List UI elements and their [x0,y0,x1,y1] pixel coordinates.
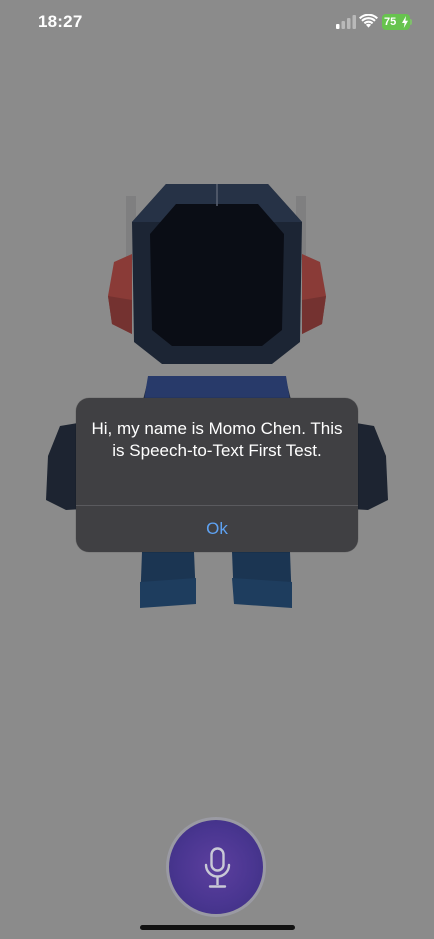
battery-icon: 75 [382,14,410,30]
charging-bolt-icon [402,16,408,28]
alert-message: Hi, my name is Momo Chen. This is Speech… [91,419,343,460]
wifi-icon [359,14,378,28]
home-indicator[interactable] [140,925,295,930]
microphone-icon [204,847,231,888]
alert-dialog: Hi, my name is Momo Chen. This is Speech… [76,398,358,552]
ok-button[interactable]: Ok [76,506,358,552]
microphone-button[interactable] [166,817,266,917]
battery-level: 75 [384,16,397,28]
cellular-signal-icon [336,15,356,29]
battery-tip [410,19,412,25]
app-screen: 18:27 75 Hi, my name is Momo Chen. This … [0,0,434,939]
status-time: 18:27 [38,12,83,31]
status-bar: 18:27 75 [0,0,434,46]
